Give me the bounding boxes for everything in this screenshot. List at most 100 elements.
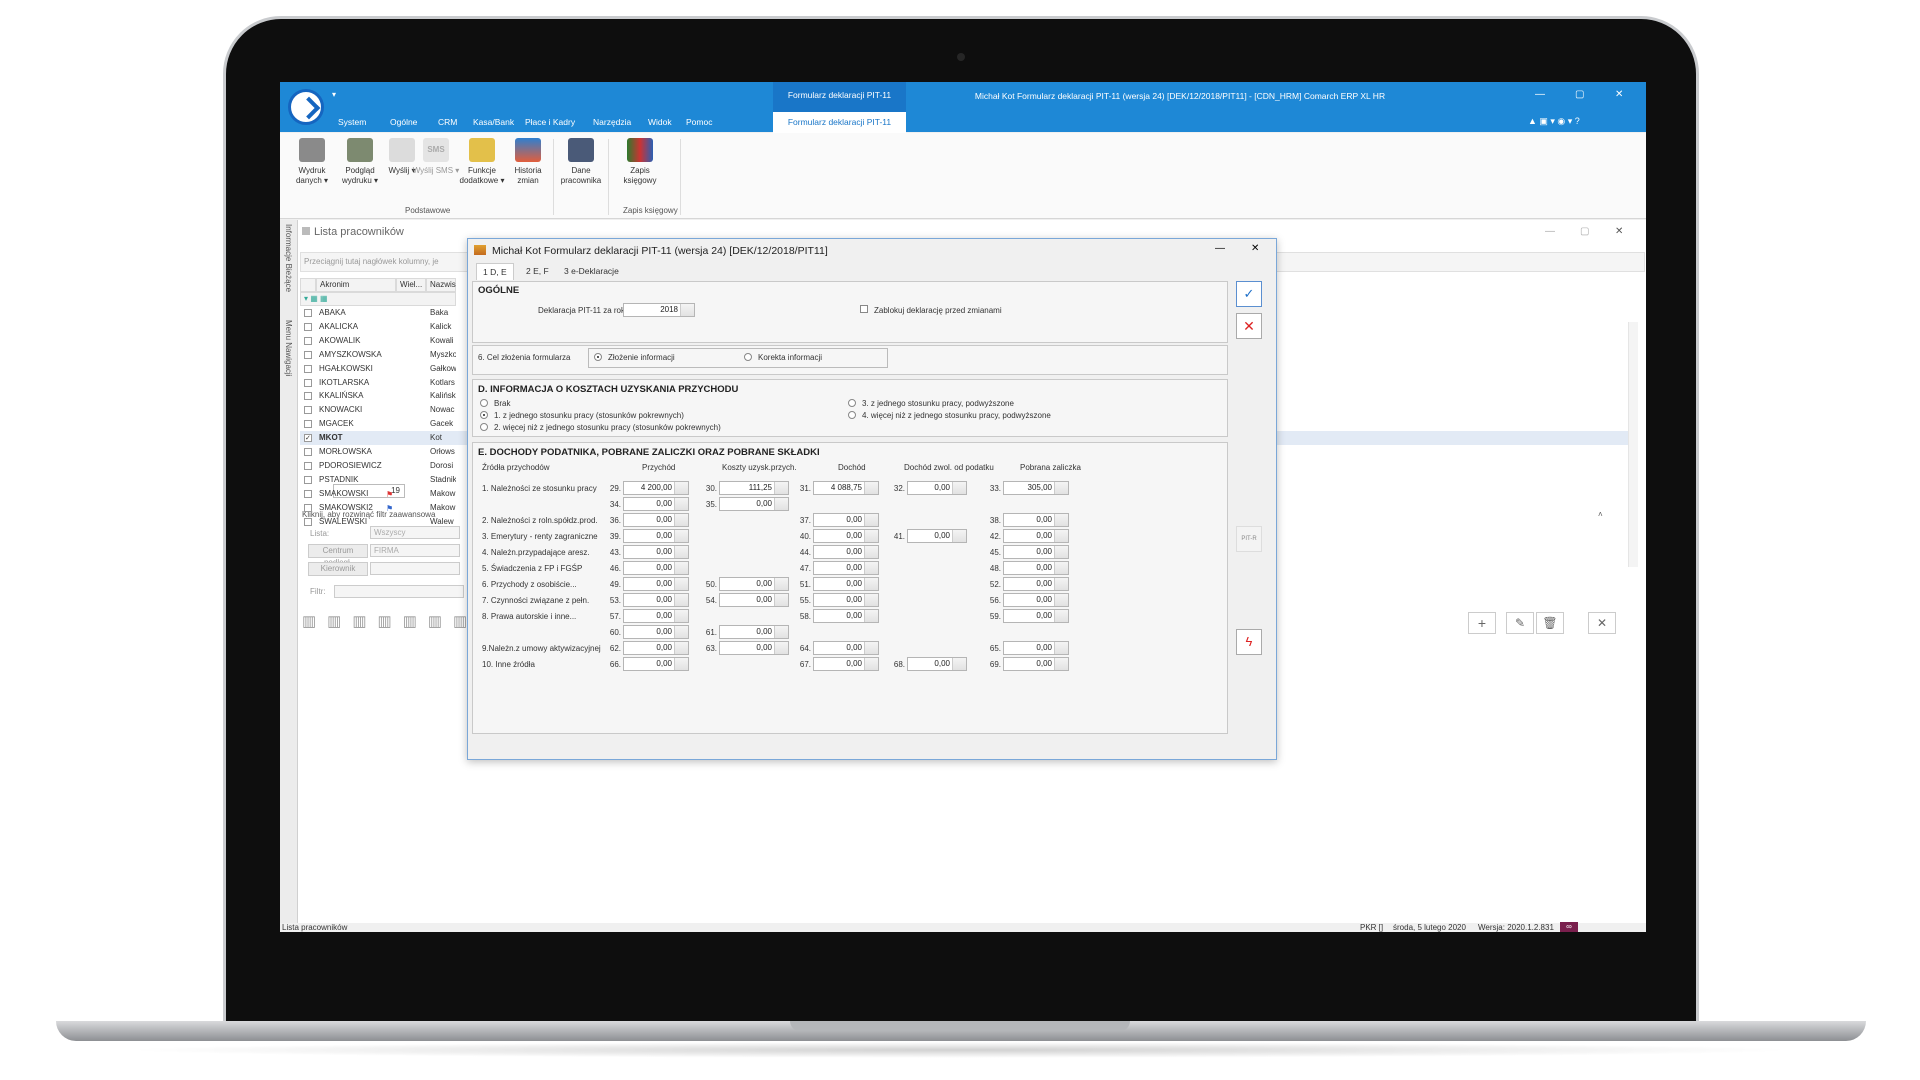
amount-input[interactable]: 0,00 [623,657,689,671]
centrum-button[interactable]: Centrum podległ. [308,544,368,567]
filtr-input[interactable] [334,585,464,598]
amount-input[interactable]: 0,00 [623,641,689,655]
dane-pracownika-button[interactable]: Dane pracownika [557,138,605,185]
amount-input[interactable]: 0,00 [623,625,689,639]
funkcje-dodatkowe-button[interactable]: Funkcje dodatkowe ▾ [458,138,506,185]
amount-input[interactable]: 0,00 [813,545,879,559]
menu-pomoc[interactable]: Pomoc [686,117,712,127]
row-checkbox[interactable] [304,503,312,512]
row-checkbox[interactable] [304,448,312,456]
row-checkbox[interactable] [304,350,312,359]
minimize-icon[interactable]: — [1535,89,1545,100]
amount-input[interactable]: 0,00 [623,609,689,623]
decl-year-input[interactable]: 2018 [623,303,695,317]
list-scrollbar[interactable] [1628,322,1638,567]
amount-input[interactable]: 0,00 [623,593,689,607]
col-nazwisko[interactable]: Nazwis [426,278,456,292]
amount-input[interactable]: 0,00 [623,513,689,527]
quick-access-icon[interactable]: ▾ [332,90,336,99]
amount-input[interactable]: 0,00 [623,529,689,543]
amount-input[interactable]: 0,00 [719,641,789,655]
amount-input[interactable]: 0,00 [1003,513,1069,527]
amount-input[interactable]: 0,00 [719,577,789,591]
amount-input[interactable]: 0,00 [1003,561,1069,575]
row-checkbox[interactable] [304,378,312,387]
amount-input[interactable]: 0,00 [813,641,879,655]
radio-opt1[interactable] [480,411,488,419]
amount-input[interactable]: 305,00 [1003,481,1069,495]
amount-input[interactable]: 0,00 [813,593,879,607]
menu-ogolne[interactable]: Ogólne [390,117,417,127]
radio-opt4[interactable] [848,411,856,419]
amount-input[interactable]: 0,00 [623,577,689,591]
tab-informacje-biezace[interactable]: Informacje Bieżące [284,224,293,292]
menu-crm[interactable]: CRM [438,117,457,127]
kierownik-field[interactable] [370,562,460,575]
amount-input[interactable]: 4 200,00 [623,481,689,495]
podglad-wydruku-button[interactable]: Podgląd wydruku ▾ [336,138,384,185]
amount-input[interactable]: 0,00 [907,529,967,543]
row-checkbox[interactable] [304,489,312,498]
app-logo-icon[interactable] [288,89,324,125]
tab-e-deklaracje[interactable]: 3 e-Deklaracje [558,263,625,280]
row-checkbox[interactable] [304,392,312,401]
list-close-icon[interactable]: ✕ [1615,226,1623,237]
historia-zmian-button[interactable]: Historia zmian [504,138,552,185]
amount-input[interactable]: 0,00 [623,545,689,559]
tab-e-f[interactable]: 2 E, F [520,263,555,280]
edit-icon[interactable]: ✎ [1506,612,1534,634]
amount-input[interactable]: 0,00 [1003,545,1069,559]
dialog-close-icon[interactable]: ✕ [1251,243,1259,254]
amount-input[interactable]: 0,00 [907,657,967,671]
filter-row[interactable]: ▾ ▦ ▦ [300,292,456,306]
amount-input[interactable]: 0,00 [1003,577,1069,591]
row-checkbox[interactable] [304,406,312,415]
amount-input[interactable]: 0,00 [813,657,879,671]
list-minimize-icon[interactable]: — [1545,226,1555,237]
menu-widok[interactable]: Widok [648,117,672,127]
row-checkbox[interactable]: ✓ [304,434,312,443]
save-button[interactable]: ✓ [1236,281,1262,307]
amount-input[interactable]: 0,00 [813,609,879,623]
radio-opt2[interactable] [480,423,488,431]
amount-input[interactable]: 0,00 [1003,529,1069,543]
pit-r-button[interactable]: PIT-R [1236,526,1262,552]
menu-place-kadry[interactable]: Płace i Kadry [525,117,575,127]
amount-input[interactable]: 111,25 [719,481,789,495]
amount-input[interactable]: 0,00 [719,593,789,607]
amount-input[interactable]: 0,00 [1003,657,1069,671]
amount-input[interactable]: 0,00 [1003,593,1069,607]
menu-system[interactable]: System [338,117,366,127]
amount-input[interactable]: 0,00 [719,497,789,511]
amount-input[interactable]: 0,00 [813,513,879,527]
tab-d-e[interactable]: 1 D, E [476,263,514,280]
amount-input[interactable]: 0,00 [1003,641,1069,655]
menu-kasa-bank[interactable]: Kasa/Bank [473,117,514,127]
zapis-ksiegowy-button[interactable]: Zapis księgowy [616,138,664,185]
row-checkbox[interactable] [304,475,312,484]
row-checkbox[interactable] [304,364,312,373]
amount-input[interactable]: 0,00 [907,481,967,495]
row-checkbox[interactable] [304,322,312,331]
close-icon[interactable]: ✕ [1615,89,1623,100]
row-checkbox[interactable] [304,309,312,317]
amount-input[interactable]: 0,00 [813,529,879,543]
lock-checkbox[interactable] [860,305,868,313]
amount-input[interactable]: 0,00 [813,561,879,575]
amount-input[interactable]: 0,00 [623,561,689,575]
centrum-field[interactable]: FIRMA [370,544,460,557]
amount-input[interactable]: 4 088,75 [813,481,879,495]
radio-opt3[interactable] [848,399,856,407]
col-wiel[interactable]: Wiel... [396,278,426,292]
wyslij-sms-button[interactable]: SMS Wyślij SMS ▾ [412,138,460,176]
dialog-minimize-icon[interactable]: — [1215,243,1225,254]
ribbon-collapse-icon[interactable]: ▲ ▣ ▾ ◉ ▾ ? [1528,116,1580,127]
tab-menu-nawigacji[interactable]: Menu Nawigacji [284,320,293,376]
wydruk-danych-button[interactable]: Wydruk danych ▾ [288,138,336,185]
amount-input[interactable]: 0,00 [623,497,689,511]
maximize-icon[interactable]: ▢ [1575,89,1584,100]
amount-input[interactable]: 0,00 [813,577,879,591]
row-checkbox[interactable] [304,336,312,345]
cancel-icon[interactable]: ✕ [1588,612,1616,634]
kierownik-button[interactable]: Kierownik [308,562,368,576]
